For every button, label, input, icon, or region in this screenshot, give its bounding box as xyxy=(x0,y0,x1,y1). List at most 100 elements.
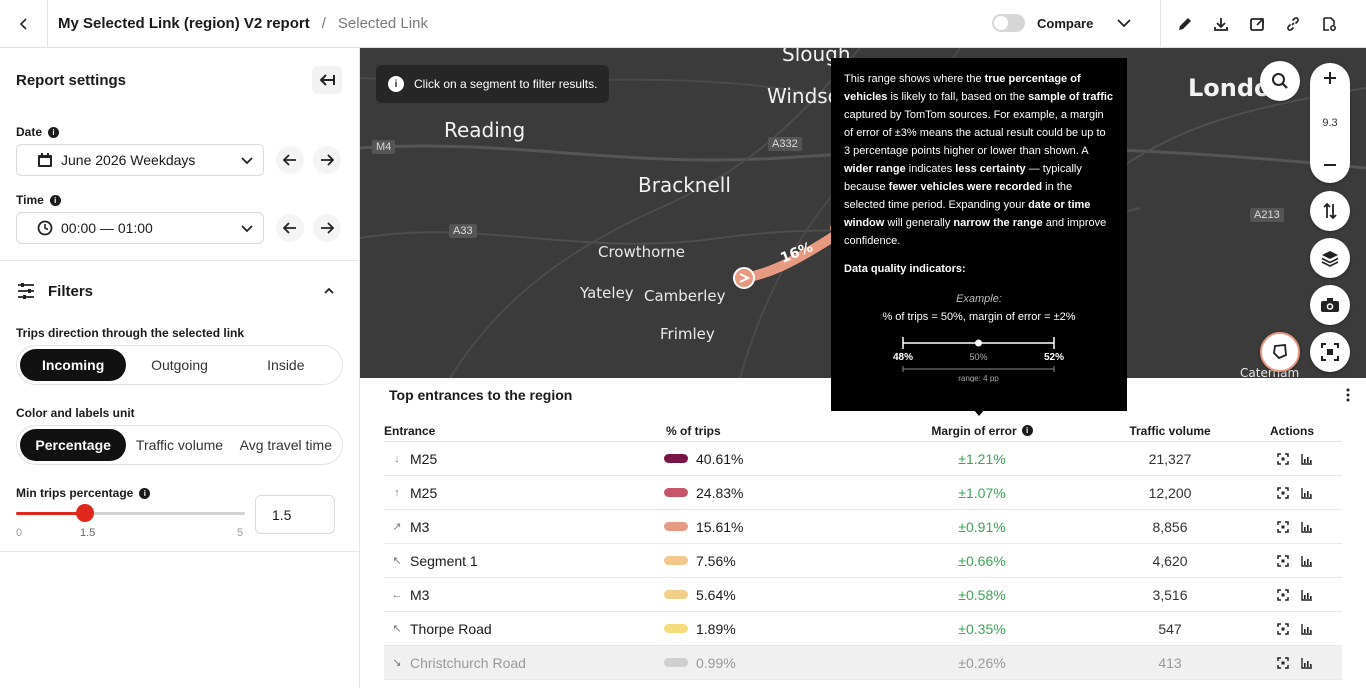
min-trips-input[interactable]: 1.5 xyxy=(255,495,335,534)
bar-chart-icon xyxy=(1301,589,1312,601)
map-search-button[interactable] xyxy=(1260,61,1300,101)
color-swatch xyxy=(664,624,688,633)
unit-option-avg-travel-time[interactable]: Avg travel time xyxy=(233,429,339,461)
moe-header-label: Margin of error xyxy=(931,423,1017,438)
table-title: Top entrances to the region xyxy=(389,387,573,403)
swap-direction-button[interactable] xyxy=(1310,191,1350,231)
info-icon[interactable]: i xyxy=(49,194,61,206)
map-label-london: Londo xyxy=(1188,74,1271,102)
focus-segment-button[interactable] xyxy=(1276,554,1290,568)
edit-button[interactable] xyxy=(1173,12,1197,36)
pct-cell: 1.89% xyxy=(664,621,869,637)
entrance-cell: ↖ Thorpe Road xyxy=(384,621,664,637)
focus-segment-button[interactable] xyxy=(1276,486,1290,500)
back-button[interactable] xyxy=(0,0,48,48)
date-label-row: Date i xyxy=(16,125,60,139)
direction-option-incoming[interactable]: Incoming xyxy=(20,349,127,381)
entrance-name: Segment 1 xyxy=(410,552,478,569)
unit-option-percentage[interactable]: Percentage xyxy=(20,429,127,461)
direction-option-inside[interactable]: Inside xyxy=(233,349,339,381)
pct-cell: 40.61% xyxy=(664,451,869,467)
table-row[interactable]: ↘ Christchurch Road 0.99% ±0.26% 413 xyxy=(384,646,1342,680)
collapse-panel-button[interactable] xyxy=(312,66,342,94)
unit-option-traffic-volume[interactable]: Traffic volume xyxy=(126,429,232,461)
view-chart-button[interactable] xyxy=(1300,622,1314,636)
info-icon[interactable]: i xyxy=(1021,425,1033,436)
document-settings-icon xyxy=(1323,17,1336,31)
focus-frame-icon xyxy=(1277,452,1289,465)
zoom-in-button[interactable] xyxy=(1323,71,1337,88)
toolbar-actions xyxy=(1173,12,1341,36)
kebab-icon xyxy=(1346,388,1350,402)
focus-frame-icon xyxy=(1277,554,1289,567)
chevron-up-icon[interactable] xyxy=(322,284,336,301)
date-next-button[interactable] xyxy=(313,146,341,174)
entrance-name: Thorpe Road xyxy=(410,620,492,637)
map-label-camberley: Camberley xyxy=(644,287,726,305)
region-select-button[interactable] xyxy=(1260,332,1300,372)
view-chart-button[interactable] xyxy=(1300,554,1314,568)
layers-button[interactable] xyxy=(1310,238,1350,278)
road-sign-a33: A33 xyxy=(449,224,477,238)
info-icon[interactable]: i xyxy=(48,126,60,138)
view-chart-button[interactable] xyxy=(1300,520,1314,534)
table-row[interactable]: ↑ M25 24.83% ±1.07% 12,200 xyxy=(384,476,1342,510)
table-row[interactable]: ↖ Segment 1 7.56% ±0.66% 4,620 xyxy=(384,544,1342,578)
view-chart-button[interactable] xyxy=(1300,588,1314,602)
column-header-entrance[interactable]: Entrance xyxy=(384,424,664,438)
info-icon[interactable]: i xyxy=(139,487,151,499)
column-header-volume[interactable]: Traffic volume xyxy=(1095,424,1245,438)
view-chart-button[interactable] xyxy=(1300,656,1314,670)
table-row[interactable]: ↓ M25 40.61% ±1.21% 21,327 xyxy=(384,442,1342,476)
table-row[interactable]: ↗ M3 15.61% ±0.91% 8,856 xyxy=(384,510,1342,544)
actions-cell xyxy=(1245,520,1342,534)
table-row[interactable]: ← M3 5.64% ±0.58% 3,516 xyxy=(384,578,1342,612)
tooltip-example-label: Example: xyxy=(956,293,1002,305)
time-next-button[interactable] xyxy=(313,214,341,242)
focus-segment-button[interactable] xyxy=(1276,622,1290,636)
column-header-moe[interactable]: Margin of error i xyxy=(869,424,1095,438)
min-trips-slider[interactable] xyxy=(16,504,245,522)
focus-segment-button[interactable] xyxy=(1276,520,1290,534)
actions-cell xyxy=(1245,554,1342,568)
filters-heading: Filters xyxy=(48,282,94,300)
table-row[interactable]: ↖ Thorpe Road 1.89% ±0.35% 547 xyxy=(384,612,1342,646)
tooltip-arrow xyxy=(974,410,984,416)
road-sign-a213: A213 xyxy=(1250,208,1284,222)
view-chart-button[interactable] xyxy=(1300,486,1314,500)
zoom-control: 9.3 xyxy=(1310,63,1350,183)
breadcrumb[interactable]: Selected Link xyxy=(338,15,428,32)
entrances-table: Entrance % of trips Margin of error i Tr… xyxy=(384,420,1342,680)
focus-frame-icon xyxy=(1277,520,1289,533)
date-label: Date xyxy=(16,125,43,139)
report-settings-button[interactable] xyxy=(1317,12,1341,36)
zoom-out-button[interactable] xyxy=(1323,158,1337,175)
more-options-button[interactable] xyxy=(1346,388,1350,405)
view-chart-button[interactable] xyxy=(1300,452,1314,466)
date-select[interactable]: June 2026 Weekdays xyxy=(16,144,264,176)
moe-value: ±1.21% xyxy=(958,450,1006,467)
swap-vertical-icon xyxy=(1323,202,1337,220)
slider-handle[interactable] xyxy=(75,504,94,522)
compare-dropdown-button[interactable] xyxy=(1113,12,1135,34)
open-external-button[interactable] xyxy=(1245,12,1269,36)
focus-segment-button[interactable] xyxy=(1276,452,1290,466)
compare-toggle[interactable] xyxy=(992,14,1025,32)
focus-segment-button[interactable] xyxy=(1276,656,1290,670)
focus-segment-button[interactable] xyxy=(1276,588,1290,602)
filter-sliders-icon xyxy=(18,283,34,299)
filters-header[interactable]: Filters xyxy=(16,282,93,300)
direction-option-outgoing[interactable]: Outgoing xyxy=(126,349,232,381)
fit-bounds-button[interactable] xyxy=(1310,332,1350,372)
copy-link-button[interactable] xyxy=(1281,12,1305,36)
column-header-pct[interactable]: % of trips xyxy=(664,424,869,438)
date-previous-button[interactable] xyxy=(276,146,304,174)
entrance-cell: ↗ M3 xyxy=(384,519,664,535)
download-button[interactable] xyxy=(1209,12,1233,36)
chevron-left-icon xyxy=(19,17,27,30)
camera-icon xyxy=(1321,298,1339,312)
screenshot-button[interactable] xyxy=(1310,285,1350,325)
time-select[interactable]: 00:00 — 01:00 xyxy=(16,212,264,244)
direction-label: Trips direction through the selected lin… xyxy=(16,326,245,340)
time-previous-button[interactable] xyxy=(276,214,304,242)
